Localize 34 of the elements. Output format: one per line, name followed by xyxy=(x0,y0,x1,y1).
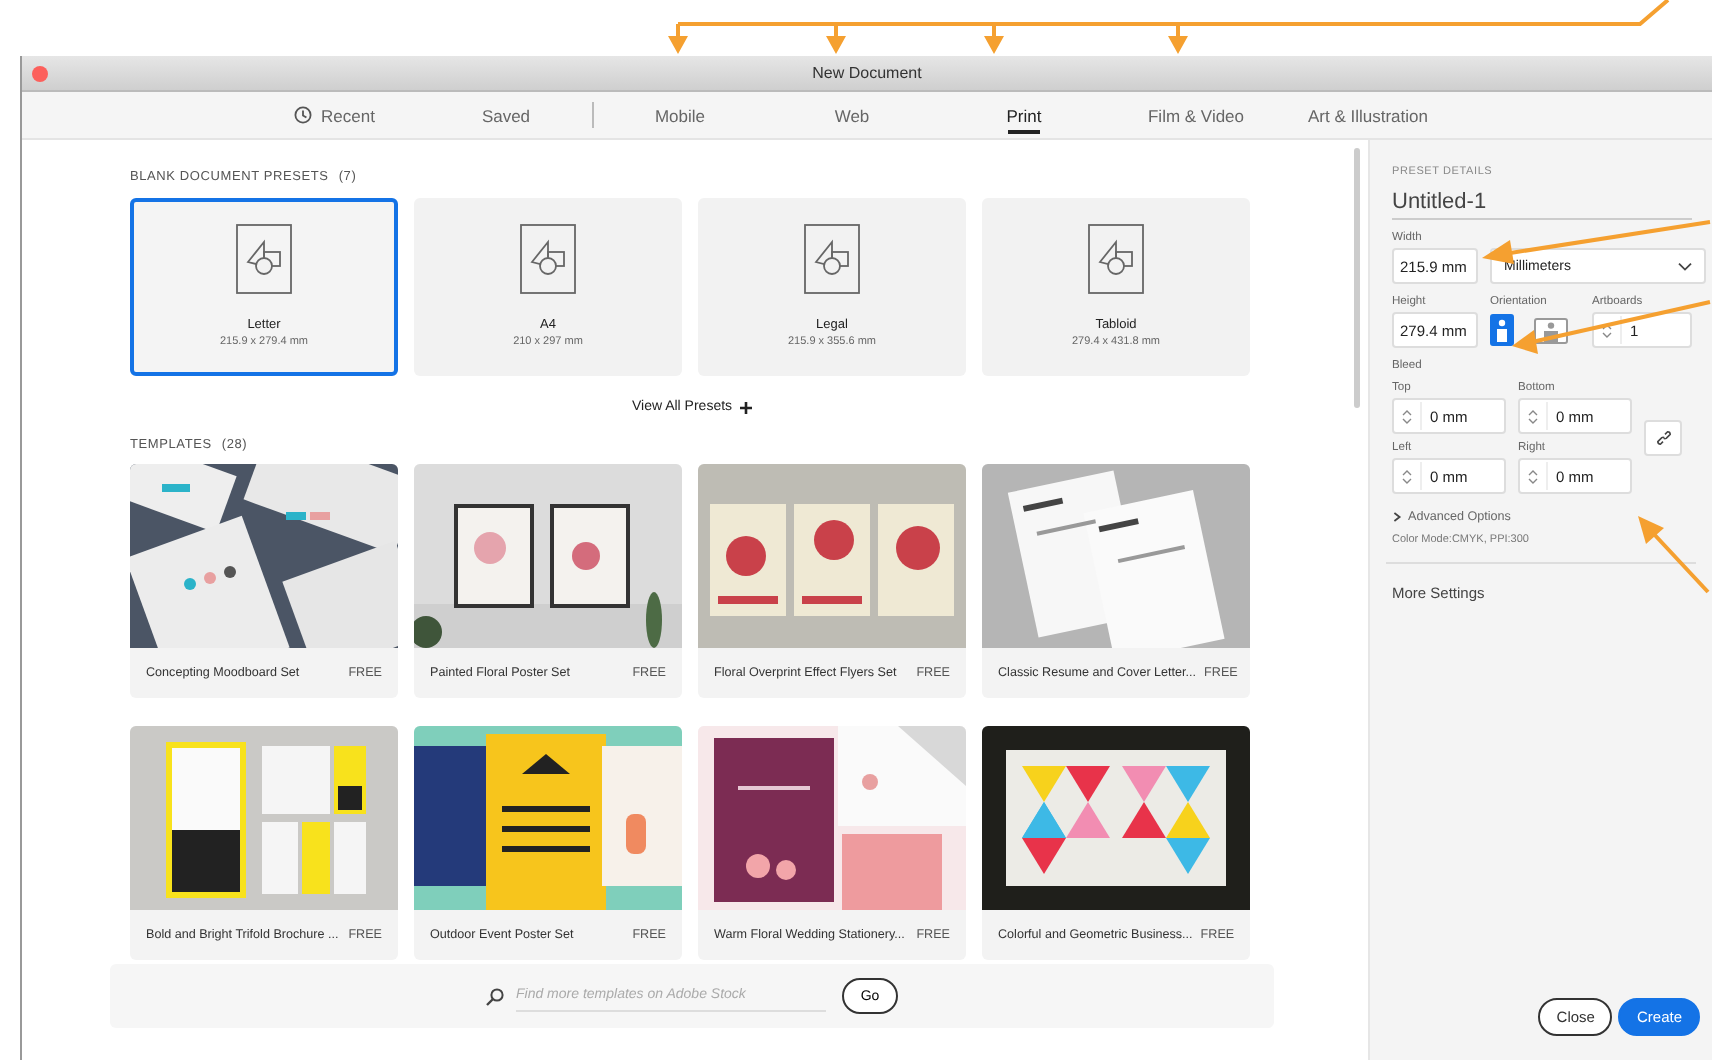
document-name-field[interactable]: Untitled-1 xyxy=(1392,190,1692,220)
caret-down-icon[interactable] xyxy=(1402,477,1412,483)
document-icon xyxy=(804,224,860,294)
scrollbar[interactable] xyxy=(1354,148,1360,408)
caret-up-icon[interactable] xyxy=(1402,409,1412,415)
caret-up-icon[interactable] xyxy=(1528,469,1538,475)
link-button[interactable] xyxy=(1644,420,1682,456)
tab[interactable]: Art & Illustration xyxy=(1282,92,1454,138)
clock-icon xyxy=(293,106,312,124)
tab[interactable]: Web xyxy=(766,92,938,138)
link-icon xyxy=(1655,430,1671,446)
caret-down-icon[interactable] xyxy=(1528,417,1538,423)
caret-up-icon[interactable] xyxy=(1402,469,1412,475)
chevron-down-icon xyxy=(1678,261,1692,271)
search-icon xyxy=(486,987,504,1005)
caret-up-icon[interactable] xyxy=(1528,409,1538,415)
close-dot[interactable] xyxy=(32,66,48,82)
window-title: New Document xyxy=(812,64,922,82)
tab[interactable]: Print xyxy=(938,92,1110,138)
tab[interactable]: Film & Video xyxy=(1110,92,1282,138)
tab[interactable]: Saved xyxy=(420,92,592,138)
caret-up-icon[interactable] xyxy=(1602,323,1612,329)
caret-down-icon[interactable] xyxy=(1402,417,1412,423)
chevron-right-icon xyxy=(1392,512,1402,522)
portrait-icon[interactable] xyxy=(1490,314,1514,346)
tab[interactable]: Mobile xyxy=(594,92,766,138)
tab[interactable]: Recent xyxy=(248,92,420,138)
document-icon xyxy=(236,224,292,294)
document-icon xyxy=(1088,224,1144,294)
annotation-arrow xyxy=(1638,516,1710,594)
caret-down-icon[interactable] xyxy=(1602,331,1612,337)
document-icon xyxy=(520,224,576,294)
caret-down-icon[interactable] xyxy=(1528,477,1538,483)
plus-icon xyxy=(740,401,753,413)
